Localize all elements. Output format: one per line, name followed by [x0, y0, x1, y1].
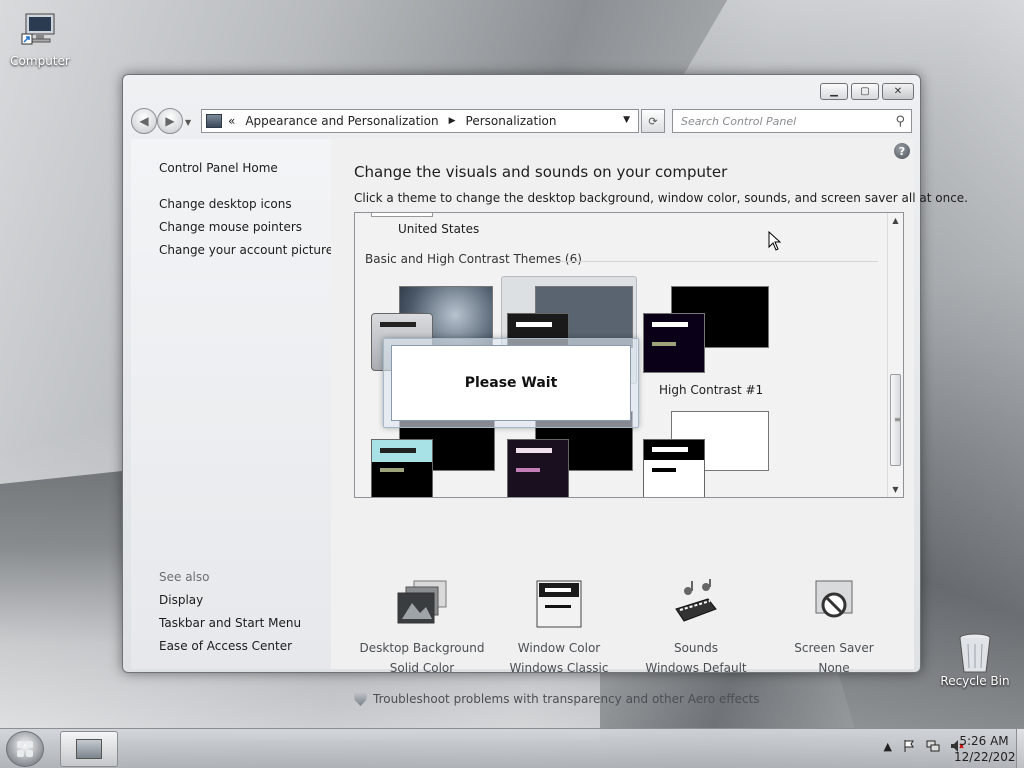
search-input[interactable]: Search Control Panel ⚲ [672, 109, 912, 133]
action-center-icon[interactable] [902, 739, 916, 753]
show-hidden-icons-button[interactable]: ▲ [884, 740, 892, 753]
sounds-title: Sounds [673, 641, 719, 655]
breadcrumb-arrow-icon[interactable]: ▶ [449, 116, 456, 126]
window-color-item[interactable]: Window Color Windows Classic [489, 579, 629, 675]
desktop-background-value: Solid Color [389, 661, 455, 675]
chevron-down-icon[interactable]: ▼ [623, 115, 630, 125]
start-button[interactable] [6, 731, 44, 767]
screen-saver-item[interactable]: Screen Saver None [764, 579, 904, 675]
change-desktop-icons-link[interactable]: Change desktop icons [159, 197, 292, 211]
screen-saver-value: None [818, 661, 850, 675]
taskbar-control-panel-button[interactable] [60, 731, 118, 767]
taskbar: ▲ 5:26 AM 12/22/2023 [0, 728, 1024, 768]
back-arrow-icon: ◀ [139, 114, 149, 128]
close-icon: ✕ [893, 86, 903, 97]
address-overflow[interactable]: « [228, 114, 235, 128]
screen-saver-icon [806, 579, 862, 635]
help-icon[interactable]: ? [894, 143, 910, 159]
desktop-icon-recycle-bin[interactable]: Recycle Bin [935, 630, 1015, 688]
forward-button[interactable]: ▶ [157, 108, 183, 134]
address-bar[interactable]: « Appearance and Personalization ▶ Perso… [201, 109, 639, 133]
control-panel-icon [76, 739, 102, 759]
window-color-value: Windows Classic [509, 661, 609, 675]
theme-group-title: Basic and High Contrast Themes (6) [365, 252, 582, 266]
desktop-icon-computer[interactable]: Computer [0, 10, 80, 68]
system-tray: ▲ [884, 739, 964, 753]
please-wait-dialog: Please Wait [383, 338, 639, 428]
minimize-icon: ▁ [830, 86, 838, 97]
theme-thumbnail-partial[interactable] [371, 213, 433, 217]
recent-pages-dropdown[interactable]: ▼ [185, 118, 191, 134]
forward-arrow-icon: ▶ [165, 114, 175, 128]
display-link[interactable]: Display [159, 593, 203, 607]
computer-icon [20, 10, 60, 50]
theme-label-high-contrast-1[interactable]: High Contrast #1 [659, 383, 763, 397]
mouse-cursor-icon [768, 230, 782, 254]
window-color-title: Window Color [517, 641, 601, 655]
maximize-icon: ▢ [860, 86, 870, 97]
minimize-button[interactable]: ▁ [820, 83, 848, 100]
screen-saver-title: Screen Saver [794, 641, 874, 655]
window-color-icon [531, 579, 587, 635]
recycle-bin-icon [955, 630, 995, 673]
sounds-value: Windows Default [645, 661, 747, 675]
network-icon[interactable] [926, 739, 940, 753]
breadcrumb-personalization[interactable]: Personalization [466, 114, 557, 128]
breadcrumb-appearance[interactable]: Appearance and Personalization [245, 114, 438, 128]
control-panel-icon [206, 114, 222, 128]
desktop-background-icon [394, 579, 450, 635]
divider [553, 261, 878, 262]
theme-list-scrollbar[interactable]: ▲ ≡ ▼ [887, 213, 903, 497]
maximize-button[interactable]: ▢ [851, 83, 879, 100]
clock-date: 12/22/2023 [954, 750, 1024, 764]
control-panel-home-link[interactable]: Control Panel Home [159, 161, 278, 175]
desktop-icon-label: Computer [10, 54, 70, 68]
windows-logo-icon [17, 741, 33, 757]
page-title: Change the visuals and sounds on your co… [354, 163, 728, 181]
taskbar-start-menu-link[interactable]: Taskbar and Start Menu [159, 616, 301, 630]
change-mouse-pointers-link[interactable]: Change mouse pointers [159, 220, 302, 234]
left-pane: Control Panel Home Change desktop icons … [131, 139, 333, 669]
change-account-picture-link[interactable]: Change your account picture [159, 243, 333, 257]
desktop-background-item[interactable]: Desktop Background Solid Color [352, 579, 492, 675]
theme-window-preview [643, 313, 705, 373]
search-placeholder: Search Control Panel [681, 114, 797, 128]
theme-label-united-states[interactable]: United States [398, 222, 479, 236]
scroll-up-icon[interactable]: ▲ [888, 213, 903, 228]
troubleshoot-label: Troubleshoot problems with transparency … [373, 691, 760, 706]
desktop-icon-label: Recycle Bin [940, 674, 1010, 688]
scroll-down-icon[interactable]: ▼ [888, 482, 903, 497]
scrollbar-thumb[interactable]: ≡ [890, 374, 901, 466]
sounds-item[interactable]: Sounds Windows Default [626, 579, 766, 675]
close-button[interactable]: ✕ [882, 83, 914, 100]
navigation-bar: ◀ ▶ ▼ « Appearance and Personalization ▶… [131, 107, 912, 135]
theme-window-preview [507, 439, 569, 497]
troubleshoot-link[interactable]: Troubleshoot problems with transparency … [354, 691, 760, 706]
page-description: Click a theme to change the desktop back… [354, 191, 968, 205]
taskbar-clock[interactable]: 5:26 AM 12/22/2023 [954, 733, 1024, 765]
ease-of-access-link[interactable]: Ease of Access Center [159, 639, 292, 653]
show-desktop-button[interactable] [1016, 729, 1024, 768]
back-button[interactable]: ◀ [131, 108, 157, 134]
theme-window-preview [371, 439, 433, 497]
desktop-background-title: Desktop Background [359, 641, 485, 655]
clock-time: 5:26 AM [959, 734, 1009, 748]
refresh-button[interactable]: ⟳ [641, 109, 665, 133]
shield-icon [354, 691, 367, 706]
sounds-icon [668, 579, 724, 635]
caption-buttons: ▁ ▢ ✕ [817, 83, 914, 100]
search-icon[interactable]: ⚲ [895, 114, 905, 129]
theme-window-preview [643, 439, 705, 497]
refresh-icon: ⟳ [648, 114, 658, 128]
see-also-heading: See also [159, 570, 210, 584]
please-wait-text: Please Wait [391, 345, 631, 421]
